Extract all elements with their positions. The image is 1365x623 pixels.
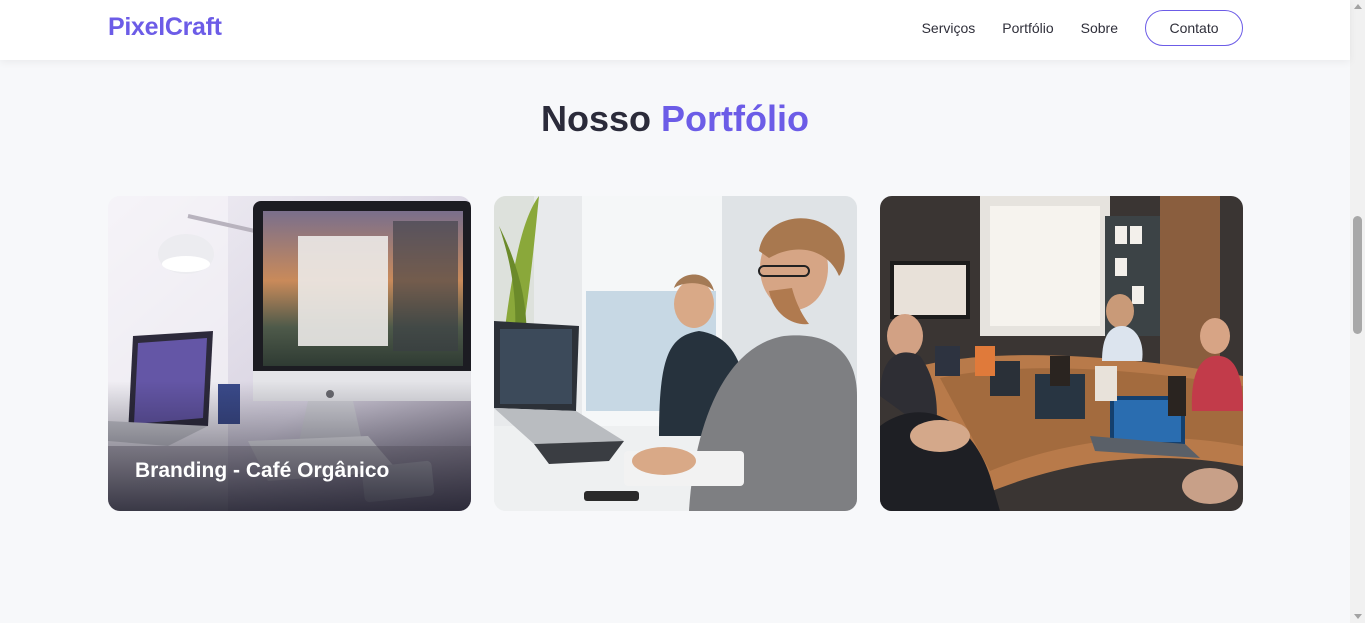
logo[interactable]: PixelCraft	[108, 13, 222, 42]
scroll-thumb[interactable]	[1353, 216, 1362, 334]
section-title: Nosso Portfólio	[0, 98, 1350, 140]
portfolio-card[interactable]	[494, 196, 857, 511]
card-overlay	[108, 381, 471, 511]
section-title-accent: Portfólio	[661, 98, 810, 139]
meeting-room-photo	[880, 196, 1243, 511]
nav-link-servicos[interactable]: Serviços	[922, 20, 976, 36]
portfolio-card[interactable]: Branding - Café Orgânico	[108, 196, 471, 511]
page-scrollbar[interactable]	[1350, 0, 1365, 623]
scroll-down-arrow-icon[interactable]	[1354, 614, 1362, 619]
portfolio-card[interactable]	[880, 196, 1243, 511]
section-title-prefix: Nosso	[540, 98, 652, 139]
main-nav: Serviços Portfólio Sobre Contato	[922, 10, 1243, 46]
contact-button[interactable]: Contato	[1145, 10, 1243, 46]
nav-link-portfolio[interactable]: Portfólio	[1002, 20, 1053, 36]
developers-at-laptops-photo	[494, 196, 857, 511]
nav-link-sobre[interactable]: Sobre	[1081, 20, 1118, 36]
scroll-up-arrow-icon[interactable]	[1354, 4, 1362, 9]
card-caption: Branding - Café Orgânico	[135, 459, 390, 482]
site-header: PixelCraft Serviços Portfólio Sobre Cont…	[0, 0, 1350, 60]
